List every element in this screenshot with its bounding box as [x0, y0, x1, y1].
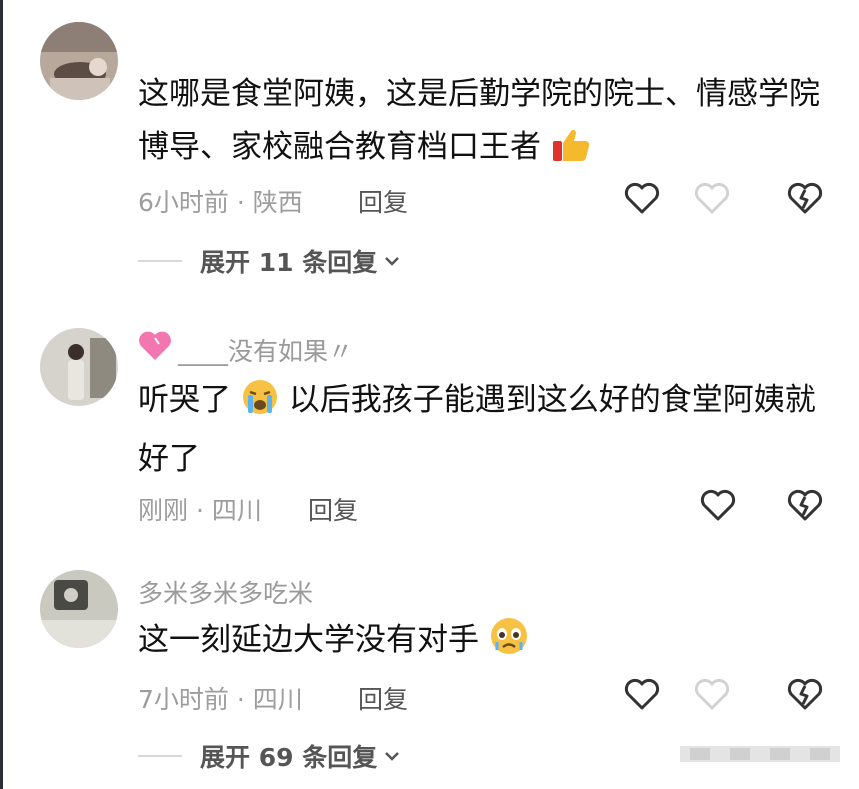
comment-time: 7小时前 [138, 685, 229, 714]
separator: · [236, 188, 245, 217]
faded-heart-icon [692, 674, 732, 714]
teary-face-icon [489, 616, 529, 673]
divider [138, 260, 182, 262]
dislike-broken-heart-icon[interactable] [785, 485, 825, 525]
comment-location: 四川 [211, 496, 262, 525]
comment-meta: 7小时前 · 四川 [138, 680, 303, 716]
comment-location: 四川 [252, 685, 303, 714]
like-heart-icon[interactable] [622, 674, 662, 714]
username[interactable]: ____没有如果〃 [178, 332, 353, 368]
comment-text: 这一刻延边大学没有对手 [138, 614, 828, 673]
thumbs-up-icon [551, 127, 591, 180]
like-heart-icon[interactable] [622, 178, 662, 218]
watermark [680, 740, 850, 768]
reply-button[interactable]: 回复 [308, 491, 358, 527]
faded-heart-icon [692, 178, 732, 218]
dislike-broken-heart-icon[interactable] [785, 674, 825, 714]
comment-time: 6小时前 [138, 188, 229, 217]
username[interactable]: 多米多米多吃米 [138, 574, 313, 610]
comment-location: 陕西 [252, 188, 303, 217]
comment-time: 刚刚 [138, 496, 189, 525]
avatar[interactable] [40, 328, 118, 406]
chevron-down-icon [383, 252, 401, 270]
divider [138, 755, 182, 757]
pink-heart-icon [138, 330, 172, 366]
like-heart-icon[interactable] [698, 485, 738, 525]
separator: · [236, 685, 245, 714]
user-badge [138, 330, 172, 366]
comment-text: 这哪是食堂阿姨，这是后勤学院的院士、情感学院博导、家校融合教育档口王者 [138, 68, 828, 180]
expand-replies[interactable]: 展开 69 条回复 [138, 738, 401, 774]
loudly-crying-face-icon [241, 378, 279, 433]
window-edge [0, 0, 3, 789]
avatar[interactable] [40, 570, 118, 648]
reply-button[interactable]: 回复 [358, 183, 408, 219]
comment-text: 听哭了 以后我孩子能遇到这么好的食堂阿姨就好了 [138, 374, 828, 486]
comment-meta: 刚刚 · 四川 [138, 491, 262, 527]
expand-replies[interactable]: 展开 11 条回复 [138, 243, 401, 279]
comment-meta: 6小时前 · 陕西 [138, 183, 303, 219]
separator: · [195, 496, 204, 525]
chevron-down-icon [383, 747, 401, 765]
dislike-broken-heart-icon[interactable] [785, 178, 825, 218]
reply-button[interactable]: 回复 [358, 680, 408, 716]
avatar[interactable] [40, 22, 118, 100]
